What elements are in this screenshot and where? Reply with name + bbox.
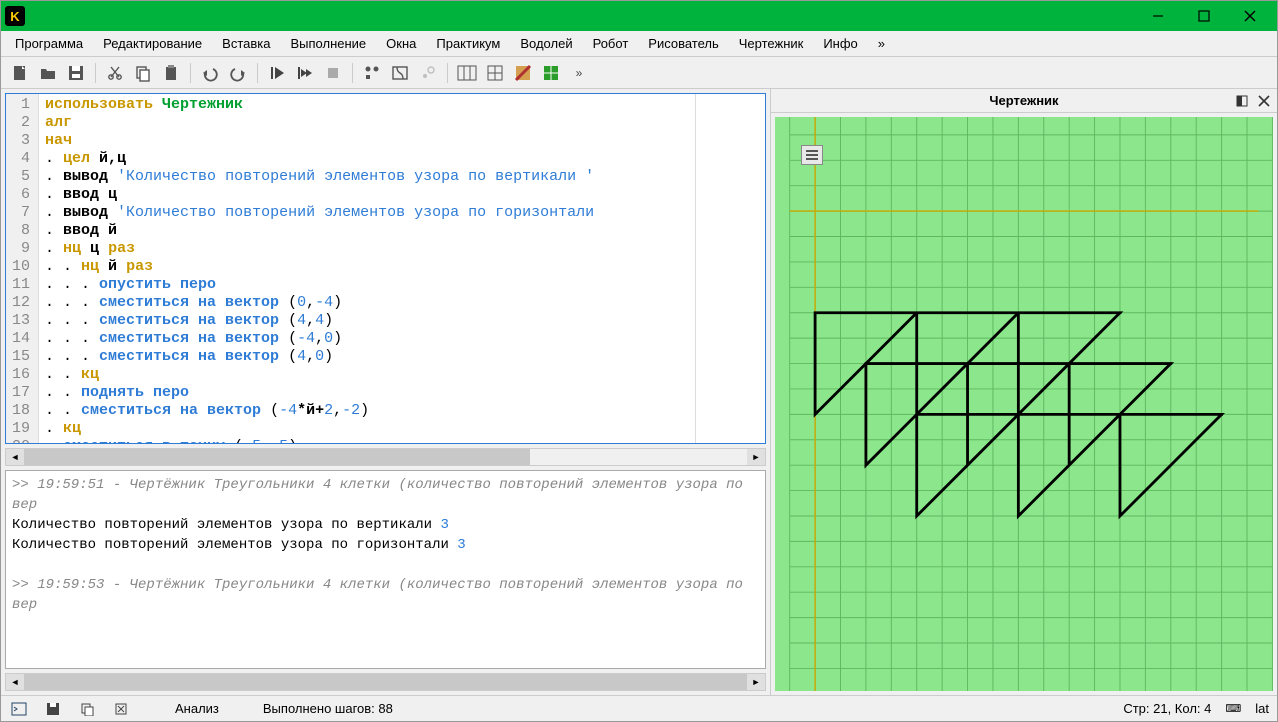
right-pane: Чертежник 27 xyxy=(771,89,1277,695)
output-panel[interactable]: >> 19:59:51 - Чертёжник Треугольники 4 к… xyxy=(5,470,766,669)
panel-dock-button[interactable] xyxy=(1233,92,1251,110)
statusbar: Анализ Выполнено шагов: 88 Стр: 21, Кол:… xyxy=(1,695,1277,721)
content: 123456789101112131415161718192021 исполь… xyxy=(1,89,1277,695)
side-gutter xyxy=(695,94,765,443)
menu-item[interactable]: Редактирование xyxy=(93,32,212,55)
code-editor[interactable]: 123456789101112131415161718192021 исполь… xyxy=(5,93,766,444)
status-clear-button[interactable] xyxy=(111,699,131,719)
output-timestamp: >> 19:59:51 - Чертёжник Треугольники 4 к… xyxy=(12,475,759,515)
step-button[interactable] xyxy=(292,60,318,86)
toolbar: » xyxy=(1,57,1277,89)
scroll-right-icon[interactable]: ► xyxy=(747,449,765,465)
status-cursor-pos: Стр: 21, Кол: 4 xyxy=(1123,701,1211,716)
scroll-left-icon[interactable]: ◄ xyxy=(6,674,24,690)
output-hscroll[interactable]: ◄ ► xyxy=(5,673,766,691)
maximize-button[interactable] xyxy=(1181,1,1227,31)
titlebar: K xyxy=(1,1,1277,31)
drawer-canvas[interactable]: 27 xyxy=(775,117,1273,691)
undo-button[interactable] xyxy=(197,60,223,86)
output-timestamp: >> 19:59:53 - Чертёжник Треугольники 4 к… xyxy=(12,575,759,615)
drawer-panel-header: Чертежник xyxy=(771,89,1277,113)
menu-item[interactable]: Водолей xyxy=(510,32,582,55)
scroll-left-icon[interactable]: ◄ xyxy=(6,449,24,465)
drawing-svg: 27 xyxy=(775,117,1273,691)
status-analysis: Анализ xyxy=(175,701,219,716)
save-file-button[interactable] xyxy=(63,60,89,86)
stop-button[interactable] xyxy=(320,60,346,86)
menu-item[interactable]: Вставка xyxy=(212,32,280,55)
menu-item[interactable]: Выполнение xyxy=(280,32,376,55)
menu-item[interactable]: Инфо xyxy=(813,32,867,55)
app-logo: K xyxy=(5,6,25,26)
menubar: ПрограммаРедактированиеВставкаВыполнение… xyxy=(1,31,1277,57)
run-button[interactable] xyxy=(264,60,290,86)
output-line: Количество повторений элементов узора по… xyxy=(12,535,759,555)
menu-item[interactable]: Окна xyxy=(376,32,426,55)
paste-button[interactable] xyxy=(158,60,184,86)
code-area[interactable]: использовать Чертежникалгнач. цел й,ц. в… xyxy=(39,94,695,443)
actor-button[interactable] xyxy=(538,60,564,86)
tool-3-button[interactable] xyxy=(415,60,441,86)
new-file-button[interactable] xyxy=(7,60,33,86)
panel-close-button[interactable] xyxy=(1255,92,1273,110)
scroll-right-icon[interactable]: ► xyxy=(747,674,765,690)
menu-item[interactable]: Программа xyxy=(5,32,93,55)
menu-item[interactable]: Чертежник xyxy=(729,32,814,55)
menu-item[interactable]: » xyxy=(868,32,895,55)
output-line: Количество повторений элементов узора по… xyxy=(12,515,759,535)
status-lang: lat xyxy=(1255,701,1269,716)
status-save-button[interactable] xyxy=(43,699,63,719)
tool-1-button[interactable] xyxy=(359,60,385,86)
logo-letter: K xyxy=(10,9,19,24)
left-pane: 123456789101112131415161718192021 исполь… xyxy=(1,89,771,695)
panel-title: Чертежник xyxy=(989,93,1058,108)
status-copy-button[interactable] xyxy=(77,699,97,719)
editor-hscroll[interactable]: ◄ ► xyxy=(5,448,766,466)
redo-button[interactable] xyxy=(225,60,251,86)
line-gutter: 123456789101112131415161718192021 xyxy=(6,94,39,443)
menu-item[interactable]: Рисователь xyxy=(638,32,728,55)
tool-2-button[interactable] xyxy=(387,60,413,86)
menu-item[interactable]: Робот xyxy=(583,32,639,55)
open-file-button[interactable] xyxy=(35,60,61,86)
app-window: K ПрограммаРедактированиеВставкаВыполнен… xyxy=(0,0,1278,722)
keyboard-icon: ⌨ xyxy=(1225,702,1241,715)
grid-2-button[interactable] xyxy=(482,60,508,86)
cut-button[interactable] xyxy=(102,60,128,86)
more-button[interactable]: » xyxy=(566,60,592,86)
canvas-menu-button[interactable] xyxy=(801,145,823,165)
palette-button[interactable] xyxy=(510,60,536,86)
status-steps: Выполнено шагов: 88 xyxy=(263,701,393,716)
minimize-button[interactable] xyxy=(1135,1,1181,31)
menu-item[interactable]: Практикум xyxy=(426,32,510,55)
copy-button[interactable] xyxy=(130,60,156,86)
status-console-button[interactable] xyxy=(9,699,29,719)
grid-1-button[interactable] xyxy=(454,60,480,86)
scroll-thumb[interactable] xyxy=(24,449,530,465)
close-button[interactable] xyxy=(1227,1,1273,31)
scroll-thumb[interactable] xyxy=(24,674,747,690)
